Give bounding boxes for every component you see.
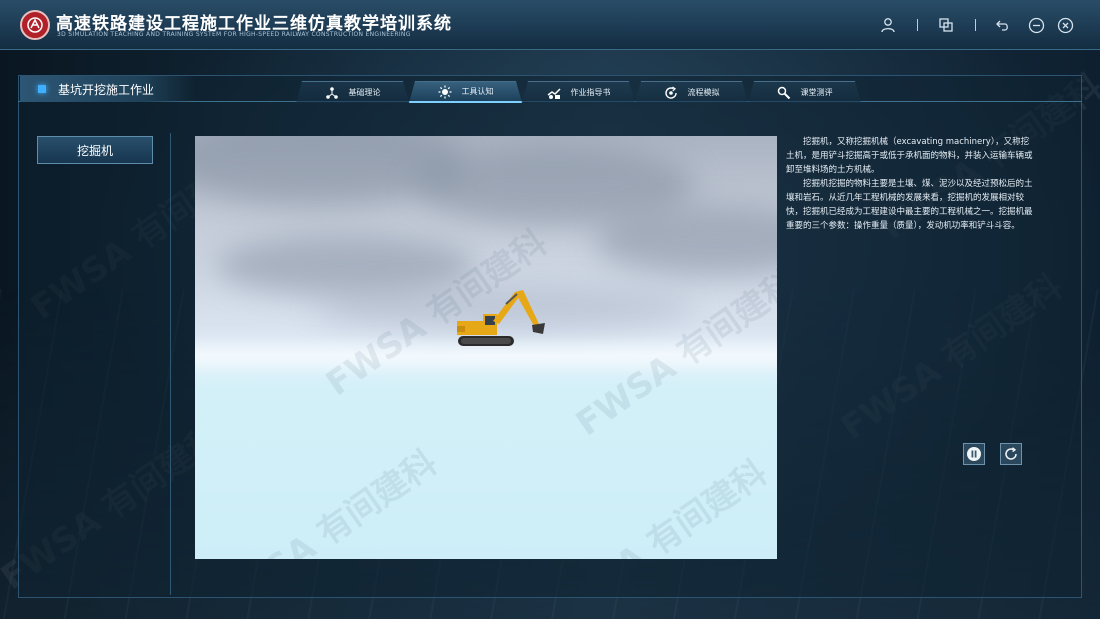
3d-viewport[interactable]: FWSA 有间建科 FWSA 有间建科 FWSA 有间建科 FWSA 有间建科	[195, 136, 777, 559]
test-icon	[777, 86, 791, 100]
tab-label: 基础理论	[348, 88, 381, 97]
app-subtitle: 3D SIMULATION TEACHING AND TRAINING SYST…	[57, 31, 411, 38]
divider	[917, 19, 918, 31]
tab-basic-theory[interactable]: 基础理论	[296, 81, 409, 103]
tab-bar: 基础理论 工具认知 作业指导书 流程模拟 课堂测评	[296, 81, 861, 103]
tab-label: 作业指导书	[570, 88, 611, 97]
railway-logo-icon	[20, 10, 50, 40]
equipment-item-excavator[interactable]: 挖掘机	[37, 136, 153, 164]
title-bar: 高速铁路建设工程施工作业三维仿真教学培训系统 3D SIMULATION TEA…	[0, 0, 1100, 50]
window-switch-icon[interactable]	[938, 15, 954, 35]
tab-label: 课堂测评	[800, 88, 833, 97]
gear-sun-icon	[438, 85, 452, 99]
tab-process-simulation[interactable]: 流程模拟	[635, 81, 748, 103]
pause-button[interactable]	[963, 443, 985, 465]
pause-icon	[967, 447, 981, 461]
excavator-model	[457, 290, 545, 346]
watermark: FWSA 有间建科	[538, 452, 775, 559]
divider	[975, 19, 976, 31]
tab-label: 工具认知	[461, 87, 494, 96]
cycle-icon	[664, 86, 678, 100]
close-icon[interactable]	[1057, 15, 1074, 35]
sidebar-divider	[170, 133, 171, 595]
tab-tool-recognition[interactable]: 工具认知	[409, 81, 522, 103]
equipment-description: 挖掘机，又称挖掘机械（excavating machinery），又称挖土机，是…	[786, 135, 1036, 233]
tab-class-assessment[interactable]: 课堂测评	[748, 81, 861, 103]
section-title: 基坑开挖施工作业	[20, 76, 195, 102]
section-marker-icon	[38, 85, 46, 93]
tab-work-instructions[interactable]: 作业指导书	[522, 81, 635, 103]
reset-button[interactable]	[1000, 443, 1022, 465]
watermark: FWSA 有间建科	[208, 442, 445, 559]
description-paragraph: 挖掘机挖掘的物料主要是土壤、煤、泥沙以及经过预松后的土壤和岩石。从近几年工程机械…	[786, 179, 1033, 231]
minimize-icon[interactable]	[1028, 15, 1045, 35]
network-icon	[325, 86, 339, 100]
user-icon[interactable]	[880, 15, 896, 35]
back-icon[interactable]	[995, 15, 1011, 35]
refresh-icon	[1005, 447, 1017, 460]
guide-icon	[547, 86, 561, 100]
section-title-text: 基坑开挖施工作业	[58, 82, 155, 97]
description-paragraph: 挖掘机，又称挖掘机械（excavating machinery），又称挖土机，是…	[786, 137, 1033, 175]
tab-label: 流程模拟	[687, 88, 720, 97]
